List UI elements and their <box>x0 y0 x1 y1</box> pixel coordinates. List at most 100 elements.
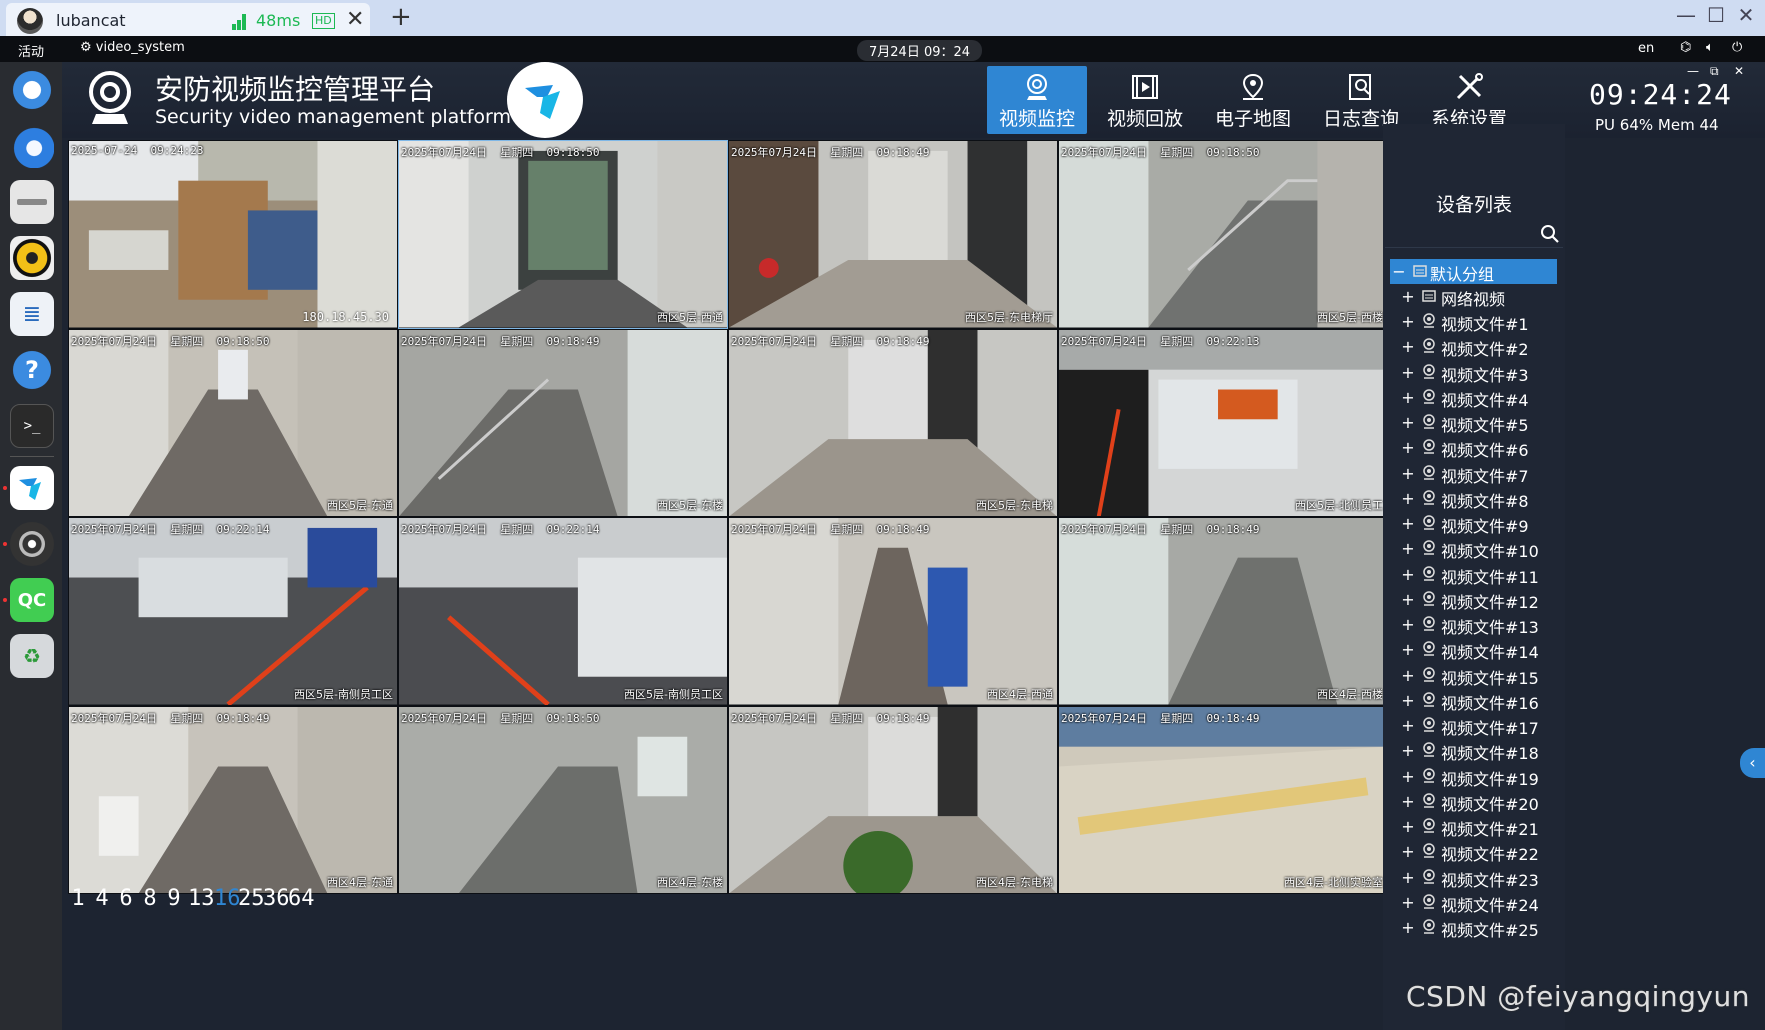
tree-item-video-file[interactable]: + 视频文件#12 <box>1383 587 1565 612</box>
tree-item-video-file[interactable]: + 视频文件#2 <box>1383 334 1565 359</box>
video-tile[interactable]: 2025年07月24日 星期四 09:22:13 西区5层-北侧员工 <box>1058 328 1388 517</box>
video-tile[interactable]: 2025年07月24日 星期四 09:18:49 西区4层-东电梯 <box>728 705 1058 894</box>
power-icon[interactable]: ⏻ <box>1732 40 1742 55</box>
collapse-panel-button[interactable]: ‹ <box>1740 748 1765 778</box>
expand-icon[interactable]: + <box>1401 413 1415 432</box>
nav-video-playback[interactable]: 视频回放 <box>1095 66 1195 134</box>
expand-icon[interactable]: + <box>1401 767 1415 786</box>
expand-icon[interactable]: + <box>1401 817 1415 836</box>
video-tile[interactable]: 2025年07月24日 星期四 09:18:49 西区4层-西楼 <box>1058 517 1388 706</box>
app-maximize-icon[interactable]: ⧉ <box>1710 64 1719 79</box>
video-tile[interactable]: 2025年07月24日 星期四 09:22:14 西区5层-南侧员工区 <box>68 517 398 706</box>
layout-option-16[interactable]: 16 <box>214 886 241 911</box>
tree-item-video-file[interactable]: + 视频文件#21 <box>1383 814 1565 839</box>
nav-electronic-map[interactable]: 电子地图 <box>1203 66 1303 134</box>
tree-item-video-file[interactable]: + 视频文件#20 <box>1383 789 1565 814</box>
expand-icon[interactable]: + <box>1401 287 1415 306</box>
tree-item-video-file[interactable]: + 视频文件#3 <box>1383 360 1565 385</box>
expand-icon[interactable]: + <box>1401 842 1415 861</box>
files-icon[interactable] <box>10 180 54 224</box>
panel-clock[interactable]: 7月24日 09：24 <box>857 40 983 61</box>
expand-icon[interactable]: + <box>1401 716 1415 735</box>
tree-item-video-file[interactable]: + 视频文件#1 <box>1383 309 1565 334</box>
video-tile[interactable]: 2025年07月24日 星期四 09:18:50 西区5层-西楼 <box>1058 140 1388 329</box>
tree-item-video-file[interactable]: + 视频文件#6 <box>1383 435 1565 460</box>
layout-option-8[interactable]: 8 <box>138 886 162 911</box>
layout-option-9[interactable]: 9 <box>162 886 186 911</box>
expand-icon[interactable]: + <box>1401 464 1415 483</box>
close-icon[interactable]: ✕ <box>346 7 364 32</box>
expand-icon[interactable]: + <box>1401 590 1415 609</box>
tree-item-video-file[interactable]: + 视频文件#18 <box>1383 738 1565 763</box>
video-tile[interactable]: 2025年07月24日 星期四 09:22:14 西区5层-南侧员工区 <box>398 517 728 706</box>
expand-icon[interactable]: + <box>1401 615 1415 634</box>
thunderbird-icon[interactable] <box>10 124 54 168</box>
tree-group-network[interactable]: + 网络视频 <box>1383 284 1565 309</box>
trash-icon[interactable]: ♻ <box>10 634 54 678</box>
app-minimize-icon[interactable]: — <box>1687 64 1699 78</box>
new-tab-icon[interactable]: + <box>390 2 412 32</box>
layout-option-6[interactable]: 6 <box>114 886 138 911</box>
video-tile[interactable]: 2025年07月24日 星期四 09:18:50 西区5层-东通 <box>68 328 398 517</box>
tree-item-video-file[interactable]: + 视频文件#5 <box>1383 410 1565 435</box>
maximize-icon[interactable]: ☐ <box>1701 3 1731 27</box>
expand-icon[interactable]: + <box>1401 489 1415 508</box>
expand-icon[interactable]: + <box>1401 691 1415 710</box>
tree-item-video-file[interactable]: + 视频文件#13 <box>1383 612 1565 637</box>
qt-creator-icon[interactable]: QC <box>10 578 54 622</box>
tree-item-video-file[interactable]: + 视频文件#24 <box>1383 890 1565 915</box>
tree-item-video-file[interactable]: + 视频文件#17 <box>1383 713 1565 738</box>
expand-icon[interactable]: + <box>1401 640 1415 659</box>
expand-icon[interactable]: + <box>1401 666 1415 685</box>
app-close-icon[interactable]: ✕ <box>1734 64 1744 78</box>
expand-icon[interactable]: + <box>1401 741 1415 760</box>
nav-video-monitor[interactable]: 视频监控 <box>987 66 1087 134</box>
tree-item-video-file[interactable]: + 视频文件#8 <box>1383 486 1565 511</box>
help-icon[interactable]: ? <box>10 348 54 392</box>
session-tab[interactable]: lubancat 48ms HD ✕ <box>6 3 370 36</box>
video-tile[interactable]: 2025年07月24日 星期四 09:18:49 西区5层-东电梯厅 <box>728 140 1058 329</box>
expand-icon[interactable]: + <box>1401 363 1415 382</box>
expand-icon[interactable]: + <box>1401 514 1415 533</box>
tree-item-video-file[interactable]: + 视频文件#15 <box>1383 663 1565 688</box>
tree-item-video-file[interactable]: + 视频文件#19 <box>1383 764 1565 789</box>
tree-item-video-file[interactable]: + 视频文件#14 <box>1383 637 1565 662</box>
expand-icon[interactable]: + <box>1401 388 1415 407</box>
chromium-icon[interactable] <box>10 68 54 112</box>
expand-icon[interactable]: + <box>1401 337 1415 356</box>
expand-icon[interactable]: + <box>1401 312 1415 331</box>
tree-item-video-file[interactable]: + 视频文件#7 <box>1383 461 1565 486</box>
network-icon[interactable]: ⌬ <box>1680 40 1691 55</box>
tree-item-video-file[interactable]: + 视频文件#10 <box>1383 536 1565 561</box>
expand-icon[interactable]: + <box>1401 868 1415 887</box>
window-close-icon[interactable]: ✕ <box>1731 3 1761 27</box>
video-tile[interactable]: 2025年07月24日 星期四 09:18:49 西区4层-北侧实验室 <box>1058 705 1388 894</box>
search-icon[interactable] <box>1540 224 1560 244</box>
video-tile[interactable]: 2025年07月24日 星期四 09:18:50 西区5层-西通 <box>398 140 728 329</box>
video-tile[interactable]: 2025年07月24日 星期四 09:18:49 西区5层-东电梯 <box>728 328 1058 517</box>
document-viewer-icon[interactable]: ≣ <box>10 292 54 336</box>
rhythmbox-icon[interactable] <box>10 236 54 280</box>
minimize-icon[interactable]: — <box>1671 3 1701 27</box>
video-tile[interactable]: 2025-07-24 09:24:23 180.18.45.30 <box>68 140 398 329</box>
expand-icon[interactable]: + <box>1401 565 1415 584</box>
video-tile[interactable]: 2025年07月24日 星期四 09:18:49 西区4层-东通 <box>68 705 398 894</box>
video-tile[interactable]: 2025年07月24日 星期四 09:18:49 西区4层-西通 <box>728 517 1058 706</box>
tree-item-video-file[interactable]: + 视频文件#11 <box>1383 562 1565 587</box>
video-tile[interactable]: 2025年07月24日 星期四 09:18:50 西区4层-东楼 <box>398 705 728 894</box>
expand-icon[interactable]: + <box>1401 438 1415 457</box>
layout-option-4[interactable]: 4 <box>90 886 114 911</box>
expand-icon[interactable]: + <box>1401 918 1415 937</box>
expand-icon[interactable]: + <box>1401 539 1415 558</box>
layout-option-64[interactable]: 64 <box>288 886 315 911</box>
layout-option-1[interactable]: 1 <box>66 886 90 911</box>
tree-group-default[interactable]: − 默认分组 <box>1390 259 1557 284</box>
camera-icon[interactable] <box>10 522 54 566</box>
expand-icon[interactable]: + <box>1401 792 1415 811</box>
tree-item-video-file[interactable]: + 视频文件#22 <box>1383 839 1565 864</box>
video-tile[interactable]: 2025年07月24日 星期四 09:18:49 西区5层-东楼 <box>398 328 728 517</box>
video-system-icon[interactable] <box>10 466 54 510</box>
tree-item-video-file[interactable]: + 视频文件#16 <box>1383 688 1565 713</box>
expand-icon[interactable]: + <box>1401 893 1415 912</box>
terminal-icon[interactable]: >_ <box>10 404 54 448</box>
